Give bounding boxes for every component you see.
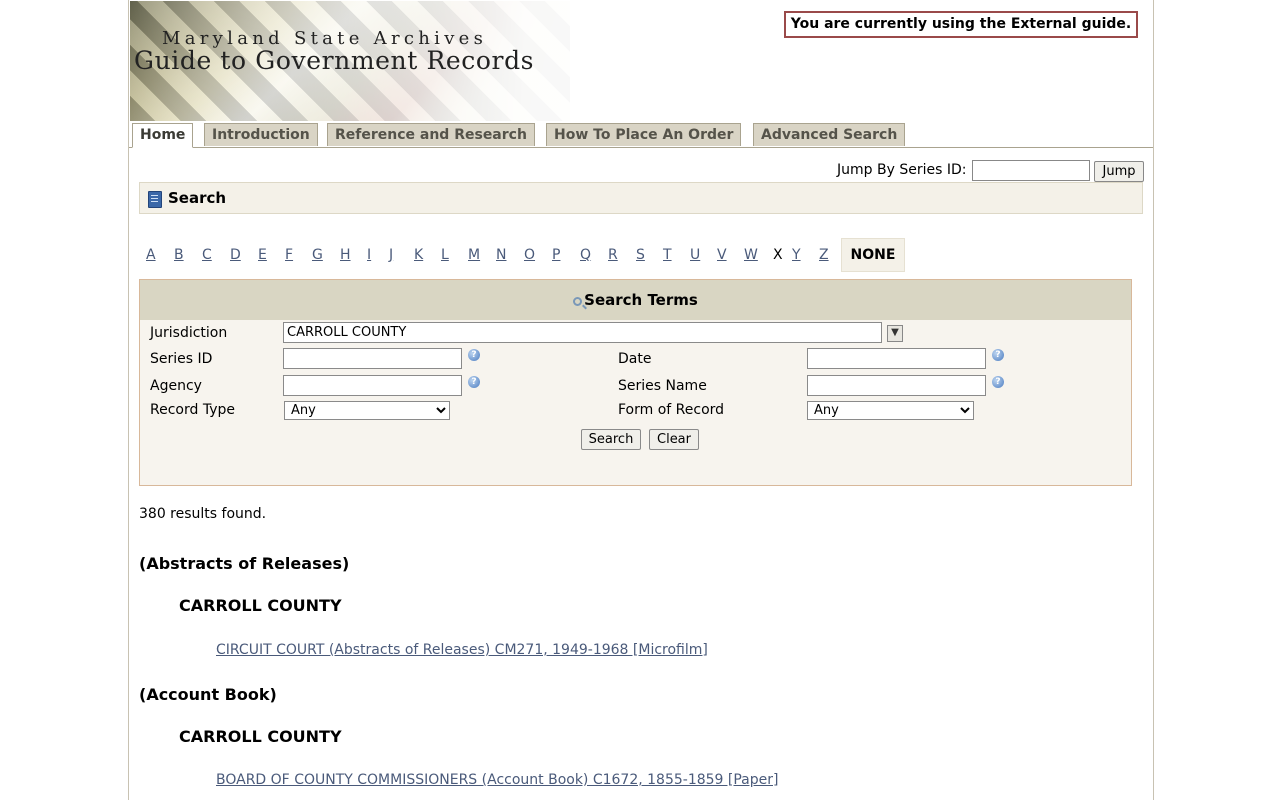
search-button[interactable]: Search	[581, 429, 641, 450]
letter-v[interactable]: V	[717, 247, 727, 263]
letter-f[interactable]: F	[285, 247, 293, 263]
header-banner: Maryland State Archives Guide to Governm…	[130, 1, 570, 121]
date-label: Date	[618, 351, 652, 367]
search-terms-panel: Search Terms Jurisdiction ▼ Series ID ? …	[139, 279, 1132, 486]
search-heading-label: Search	[168, 189, 227, 207]
results-count: 380 results found.	[139, 506, 267, 522]
result-link[interactable]: BOARD OF COUNTY COMMISSIONERS (Account B…	[216, 772, 778, 788]
form-of-record-select[interactable]: Any	[807, 401, 974, 420]
letter-m[interactable]: M	[468, 247, 480, 263]
record-type-select[interactable]: Any	[284, 401, 450, 420]
jump-button[interactable]: Jump	[1094, 161, 1144, 182]
letter-b[interactable]: B	[174, 247, 184, 263]
help-icon[interactable]: ?	[992, 376, 1004, 388]
letter-none[interactable]: NONE	[841, 238, 905, 272]
letter-g[interactable]: G	[312, 247, 323, 263]
letter-i[interactable]: I	[367, 247, 371, 263]
letter-y[interactable]: Y	[792, 247, 801, 263]
alphabet-filter: A B C D E F G H I J K L M N O P Q R S T U V W X Y Z NONE	[129, 238, 929, 272]
letter-o[interactable]: O	[524, 247, 535, 263]
letter-c[interactable]: C	[202, 247, 212, 263]
record-type-heading: (Account Book)	[139, 685, 277, 704]
agency-label: Agency	[150, 378, 202, 394]
record-type-heading: (Abstracts of Releases)	[139, 554, 350, 573]
tab-reference-and-research[interactable]: Reference and Research	[327, 123, 535, 146]
letter-r[interactable]: R	[608, 247, 618, 263]
help-icon[interactable]: ?	[468, 349, 480, 361]
letter-p[interactable]: P	[552, 247, 560, 263]
series-id-label: Series ID	[150, 351, 213, 367]
series-name-label: Series Name	[618, 378, 707, 394]
letter-j[interactable]: J	[389, 247, 393, 263]
form-of-record-label: Form of Record	[618, 402, 725, 418]
jump-label: Jump By Series ID:	[837, 162, 967, 178]
letter-k[interactable]: K	[414, 247, 423, 263]
series-id-input[interactable]	[283, 348, 462, 369]
letter-q[interactable]: Q	[580, 247, 591, 263]
result-link[interactable]: CIRCUIT COURT (Abstracts of Releases) CM…	[216, 642, 708, 658]
letter-e[interactable]: E	[258, 247, 267, 263]
book-icon	[148, 191, 162, 208]
letter-s[interactable]: S	[636, 247, 645, 263]
clear-button[interactable]: Clear	[649, 429, 699, 450]
jurisdiction-label: Jurisdiction	[150, 325, 228, 341]
letter-w[interactable]: W	[744, 247, 758, 263]
page-container: Maryland State Archives Guide to Governm…	[128, 0, 1154, 800]
record-type-label: Record Type	[150, 402, 235, 418]
series-name-input[interactable]	[807, 375, 986, 396]
search-section-heading: Search	[139, 182, 1143, 214]
magnifier-icon	[573, 297, 583, 306]
nav-tabs: Home Introduction Reference and Research…	[129, 122, 1153, 148]
tab-how-to-place-an-order[interactable]: How To Place An Order	[546, 123, 742, 146]
help-icon[interactable]: ?	[468, 376, 480, 388]
jurisdiction-heading: CARROLL COUNTY	[179, 727, 342, 746]
search-terms-heading: Search Terms	[584, 291, 698, 309]
letter-u[interactable]: U	[690, 247, 700, 263]
help-icon[interactable]: ?	[992, 349, 1004, 361]
letter-x: X	[773, 247, 783, 263]
letter-h[interactable]: H	[340, 247, 351, 263]
agency-input[interactable]	[283, 375, 462, 396]
search-terms-header: Search Terms	[140, 280, 1131, 320]
date-input[interactable]	[807, 348, 986, 369]
tab-home[interactable]: Home	[132, 123, 194, 148]
site-title: Guide to Government Records	[134, 46, 535, 75]
tab-advanced-search[interactable]: Advanced Search	[753, 123, 906, 146]
jurisdiction-heading: CARROLL COUNTY	[179, 596, 342, 615]
letter-a[interactable]: A	[146, 247, 156, 263]
jump-series-id-input[interactable]	[972, 160, 1090, 181]
letter-t[interactable]: T	[663, 247, 672, 263]
guide-notice: You are currently using the External gui…	[784, 11, 1138, 38]
letter-n[interactable]: N	[496, 247, 506, 263]
tab-introduction[interactable]: Introduction	[204, 123, 318, 146]
chevron-down-icon[interactable]: ▼	[887, 325, 903, 342]
jurisdiction-input[interactable]	[283, 322, 882, 343]
letter-l[interactable]: L	[441, 247, 449, 263]
letter-d[interactable]: D	[230, 247, 241, 263]
letter-z[interactable]: Z	[819, 247, 829, 263]
